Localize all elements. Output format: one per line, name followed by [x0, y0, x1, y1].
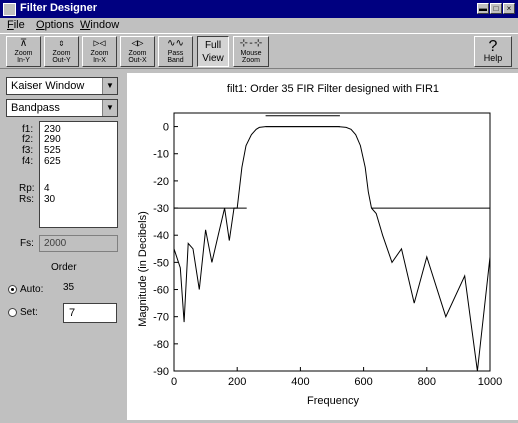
- chevron-down-icon: ▼: [102, 78, 117, 94]
- band-type-select[interactable]: Bandpass ▼: [6, 99, 118, 117]
- f2-label: f2:: [22, 134, 34, 145]
- menu-options[interactable]: Options: [36, 19, 74, 31]
- mouse-zoom-button[interactable]: ⊹-⊹ Mouse Zoom: [233, 36, 269, 67]
- y-tick-label: -40: [153, 230, 169, 242]
- x-tick-label: 800: [418, 376, 436, 388]
- zoom-out-x-icon: ◁▷: [131, 38, 144, 49]
- f4-label: f4:: [22, 156, 34, 167]
- f3-label: f3:: [22, 145, 34, 156]
- y-tick-label: -90: [153, 366, 169, 378]
- pass-band-button[interactable]: ∿∿ Pass Band: [158, 36, 193, 67]
- magnitude-response-line: [173, 126, 491, 372]
- y-tick-label: 0: [163, 122, 169, 134]
- app-icon[interactable]: [3, 3, 16, 16]
- x-tick-label: 600: [354, 376, 372, 388]
- zoom-in-y-button[interactable]: ⊼ Zoom In-Y: [6, 36, 41, 67]
- fs-label: Fs:: [20, 238, 34, 249]
- y-axis-label: Magnitude (in Decibels): [137, 211, 149, 327]
- set-order-input[interactable]: 7: [63, 303, 117, 323]
- f3-value: 525: [44, 145, 61, 156]
- plot-frame: [173, 112, 491, 372]
- y-tick-label: -50: [153, 257, 169, 269]
- menu-window[interactable]: Window: [80, 19, 119, 31]
- order-label: Order: [51, 262, 77, 273]
- set-radio[interactable]: [8, 308, 17, 317]
- window-title: Filter Designer: [20, 2, 98, 14]
- auto-order-value: 35: [63, 282, 75, 293]
- rp-value: 4: [44, 183, 50, 194]
- zoom-out-y-icon: ⇕: [58, 38, 65, 49]
- zoom-out-y-button[interactable]: ⇕ Zoom Out-Y: [44, 36, 79, 67]
- rs-value: 30: [44, 194, 56, 205]
- menu-file[interactable]: File: [7, 19, 25, 31]
- zoom-in-x-button[interactable]: ▷◁ Zoom In-X: [82, 36, 117, 67]
- y-tick-label: -30: [153, 203, 169, 215]
- x-tick-label: 1000: [478, 376, 502, 388]
- minimize-button[interactable]: ▬: [477, 3, 489, 14]
- x-tick-label: 400: [291, 376, 309, 388]
- fs-field: 2000: [39, 235, 118, 252]
- frequency-response-chart[interactable]: filt1: Order 35 FIR Filter designed with…: [127, 73, 518, 420]
- set-label: Set:: [20, 307, 38, 318]
- mouse-zoom-icon: ⊹-⊹: [239, 38, 263, 49]
- y-tick-label: -20: [153, 176, 169, 188]
- chart-title: filt1: Order 35 FIR Filter designed with…: [227, 83, 439, 95]
- chevron-down-icon: ▼: [102, 100, 117, 116]
- help-button[interactable]: ? Help: [474, 36, 512, 67]
- auto-label: Auto:: [20, 284, 44, 295]
- toolbar: ⊼ Zoom In-Y ⇕ Zoom Out-Y ▷◁ Zoom In-X ◁▷ Zo…: [0, 33, 518, 69]
- pass-band-icon: ∿∿: [167, 38, 184, 49]
- window-type-select[interactable]: Kaiser Window ▼: [6, 77, 118, 95]
- filter-specs-editor[interactable]: 230 290 525 625 4 30: [39, 121, 118, 228]
- x-axis-label: Frequency: [307, 395, 359, 407]
- plot-panel: filt1: Order 35 FIR Filter designed with…: [127, 73, 518, 420]
- menu-bar: File Options Window: [0, 18, 518, 33]
- close-button[interactable]: ×: [503, 3, 515, 14]
- f2-value: 290: [44, 134, 61, 145]
- zoom-in-x-icon: ▷◁: [93, 38, 106, 49]
- full-view-button[interactable]: Full View: [197, 36, 229, 67]
- y-tick-label: -60: [153, 285, 169, 297]
- x-tick-label: 0: [171, 376, 177, 388]
- maximize-button[interactable]: □: [490, 3, 502, 14]
- x-tick-label: 200: [228, 376, 246, 388]
- y-tick-label: -70: [153, 312, 169, 324]
- zoom-in-y-icon: ⊼: [19, 38, 28, 49]
- rs-label: Rs:: [19, 194, 34, 205]
- y-tick-label: -10: [153, 149, 169, 161]
- zoom-out-x-button[interactable]: ◁▷ Zoom Out-X: [120, 36, 155, 67]
- auto-radio[interactable]: [8, 285, 17, 294]
- f4-value: 625: [44, 156, 61, 167]
- title-bar: Filter Designer ▬ □ ×: [0, 0, 518, 18]
- rp-label: Rp:: [19, 183, 35, 194]
- y-tick-label: -80: [153, 339, 169, 351]
